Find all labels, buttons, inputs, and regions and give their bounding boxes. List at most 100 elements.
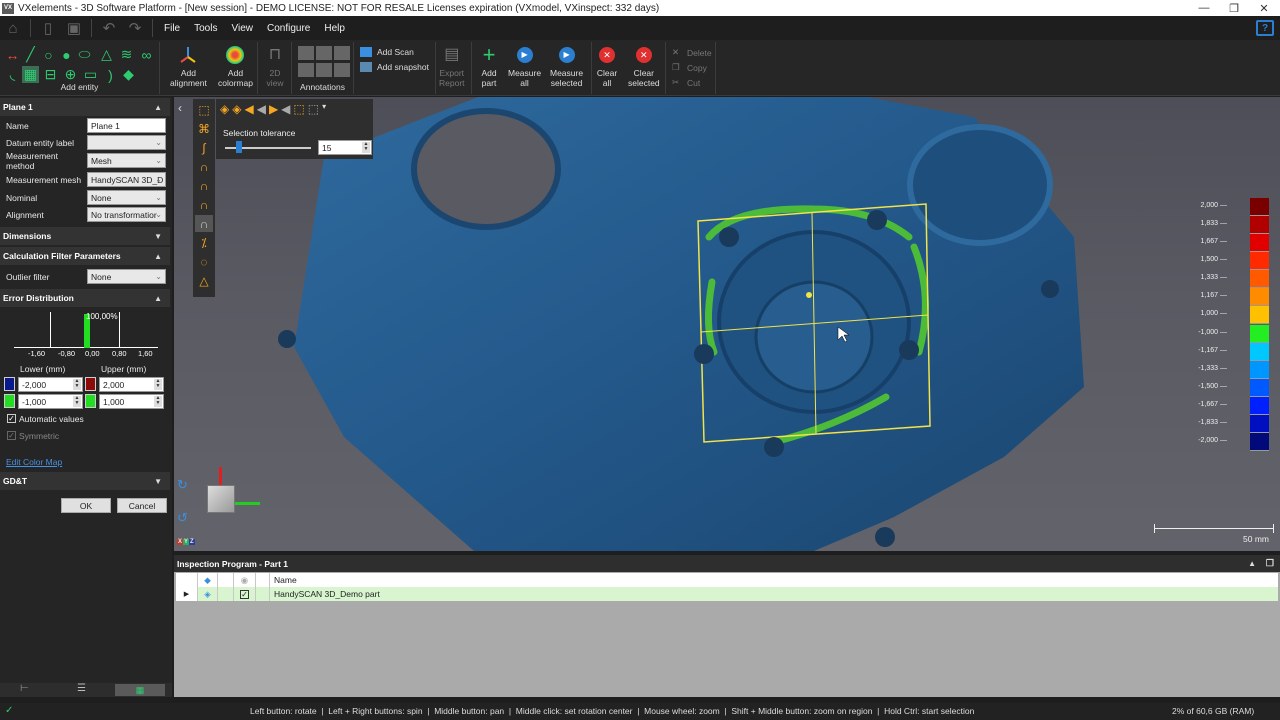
- sphere-icon[interactable]: ⊕: [62, 66, 79, 83]
- name-input[interactable]: Plane 1: [87, 118, 166, 133]
- ok-button[interactable]: OK: [61, 498, 111, 513]
- select-visible-icon[interactable]: ◈: [232, 102, 241, 116]
- spinner-arrows[interactable]: ▲ ▼: [154, 379, 162, 390]
- upper-color-swatch[interactable]: [85, 377, 96, 391]
- home-icon[interactable]: ⌂: [0, 18, 26, 38]
- rectangle-icon[interactable]: ▭: [82, 66, 99, 83]
- menu-help[interactable]: Help: [317, 23, 352, 34]
- distance-icon[interactable]: ↔: [4, 46, 21, 63]
- nominal-select[interactable]: None ⌄: [87, 190, 166, 205]
- menu-tools[interactable]: Tools: [187, 23, 224, 34]
- clear-selected-button[interactable]: ✕ Clear selected: [628, 44, 660, 88]
- tab-tree-icon[interactable]: ⊢: [20, 683, 29, 694]
- more-options-icon[interactable]: ▾: [322, 102, 326, 116]
- view-cube[interactable]: [207, 485, 235, 513]
- lower-tolerance-input[interactable]: -1,000 ▲ ▼: [18, 394, 83, 409]
- measurement-method-select[interactable]: Mesh ⌄: [87, 153, 166, 168]
- name-column-header[interactable]: Name: [270, 573, 297, 587]
- lasso-select-icon[interactable]: ⌘: [195, 120, 213, 137]
- tab-list-icon[interactable]: ☰: [77, 683, 86, 694]
- visibility-checkbox[interactable]: ✓: [240, 589, 249, 599]
- annotation-add-icon[interactable]: [298, 46, 314, 60]
- alignment-select[interactable]: No transformatior ⌄: [87, 207, 166, 222]
- spinner-arrows[interactable]: ▲ ▼: [73, 396, 81, 407]
- plane-select-icon[interactable]: ∩: [195, 177, 213, 194]
- calc-filter-section-header[interactable]: Calculation Filter Parameters ▲: [0, 247, 170, 265]
- error-distribution-section-header[interactable]: Error Distribution ▲: [0, 289, 170, 307]
- annotation-remove-icon[interactable]: [316, 63, 332, 77]
- freeform-surface-icon[interactable]: ◆: [120, 66, 137, 83]
- lower-color-swatch[interactable]: [4, 377, 15, 391]
- float-panel-icon[interactable]: ❐: [1266, 558, 1274, 569]
- lower-max-input[interactable]: -2,000 ▲ ▼: [18, 377, 83, 392]
- annotation-stack-icon[interactable]: [334, 46, 350, 60]
- rectangle-select-icon[interactable]: ⬚: [195, 101, 213, 118]
- menu-configure[interactable]: Configure: [260, 23, 317, 34]
- table-row[interactable]: ▶ ◈ ✓ HandySCAN 3D_Demo part: [176, 587, 1278, 601]
- help-icon[interactable]: ?: [1256, 20, 1274, 36]
- redo-icon[interactable]: ↷: [122, 18, 148, 38]
- new-file-icon[interactable]: ▯: [35, 18, 61, 38]
- close-button[interactable]: ✕: [1248, 0, 1280, 16]
- curve-icon[interactable]: ): [102, 66, 119, 83]
- triangle-select-icon[interactable]: △: [195, 272, 213, 289]
- collapse-panel-icon[interactable]: ‹: [178, 101, 182, 115]
- rotate-cw-icon[interactable]: ↻: [177, 477, 188, 493]
- slot-icon[interactable]: ⬭: [76, 46, 93, 63]
- rotate-ccw-icon[interactable]: ↺: [177, 510, 188, 526]
- plane-stack-icon[interactable]: ≋: [118, 46, 135, 63]
- minimize-button[interactable]: —: [1188, 0, 1220, 16]
- expand-icon[interactable]: ⬚: [293, 102, 304, 116]
- add-colormap-button[interactable]: Add colormap: [218, 44, 253, 88]
- pattern-icon[interactable]: ∞: [138, 46, 155, 63]
- cylinder-icon[interactable]: ⊟: [42, 66, 59, 83]
- maximize-button[interactable]: ❐: [1218, 0, 1250, 16]
- dimensions-section-header[interactable]: Dimensions ▼: [0, 227, 170, 245]
- datum-select[interactable]: ⌄: [87, 135, 166, 150]
- copy-button[interactable]: ❐ Copy: [672, 62, 707, 73]
- collapse-icon[interactable]: ▲: [1248, 559, 1256, 568]
- menu-view[interactable]: View: [224, 23, 260, 34]
- add-scan-button[interactable]: Add Scan: [360, 47, 414, 57]
- plane-section-header[interactable]: Plane 1 ▲: [0, 98, 170, 116]
- angle-icon[interactable]: ◟: [4, 66, 21, 83]
- outlier-filter-select[interactable]: None ⌄: [87, 269, 166, 284]
- measure-all-button[interactable]: ▶ Measure all: [508, 44, 541, 88]
- surface-select-icon[interactable]: ∩: [195, 158, 213, 175]
- annotation-pin-icon[interactable]: [298, 63, 314, 77]
- feature-select-icon[interactable]: ∩: [195, 196, 213, 213]
- 2d-view-button[interactable]: ⊓ 2D view: [264, 44, 286, 89]
- clear-all-button[interactable]: ✕ Clear all: [596, 44, 618, 88]
- cone-icon[interactable]: △: [98, 46, 115, 63]
- upper-tolerance-color-swatch[interactable]: [85, 394, 96, 408]
- upper-max-input[interactable]: 2,000 ▲ ▼: [99, 377, 164, 392]
- annotation-edit-icon[interactable]: [334, 63, 350, 77]
- lower-tolerance-color-swatch[interactable]: [4, 394, 15, 408]
- select-through-icon[interactable]: ◈: [220, 102, 229, 116]
- annotation-link-icon[interactable]: [316, 46, 332, 60]
- add-alignment-button[interactable]: Add alignment: [170, 44, 207, 88]
- cut-button[interactable]: ✂ Cut: [672, 77, 700, 88]
- spinner-arrows[interactable]: ▲ ▼: [362, 142, 370, 153]
- selection-tolerance-input[interactable]: 15 ▲ ▼: [318, 140, 372, 155]
- add-part-button[interactable]: + Add part: [478, 44, 500, 89]
- previous-icon[interactable]: ◀: [281, 102, 290, 116]
- upper-tolerance-input[interactable]: 1,000 ▲ ▼: [99, 394, 164, 409]
- menu-file[interactable]: File: [157, 23, 187, 34]
- invert-selection-icon[interactable]: ▶: [269, 102, 278, 116]
- automatic-values-checkbox[interactable]: ✓: [7, 414, 16, 423]
- add-snapshot-button[interactable]: Add snapshot: [360, 62, 429, 72]
- expand-row-icon[interactable]: ▶: [176, 587, 198, 601]
- tab-grid-icon[interactable]: ▦: [115, 684, 165, 696]
- contract-icon[interactable]: ⬚: [308, 102, 319, 116]
- shrink-selection-icon[interactable]: ◀: [257, 102, 266, 116]
- geometry-select-icon[interactable]: ∩: [195, 215, 213, 232]
- point-icon[interactable]: ●: [58, 46, 75, 63]
- grid-surface-icon[interactable]: ▦: [22, 66, 39, 83]
- cancel-button[interactable]: Cancel: [117, 498, 167, 513]
- spinner-arrows[interactable]: ▲ ▼: [154, 396, 162, 407]
- save-icon[interactable]: ▣: [61, 18, 87, 38]
- spinner-arrows[interactable]: ▲ ▼: [73, 379, 81, 390]
- undo-icon[interactable]: ↶: [96, 18, 122, 38]
- measure-selected-button[interactable]: ▶ Measure selected: [550, 44, 583, 88]
